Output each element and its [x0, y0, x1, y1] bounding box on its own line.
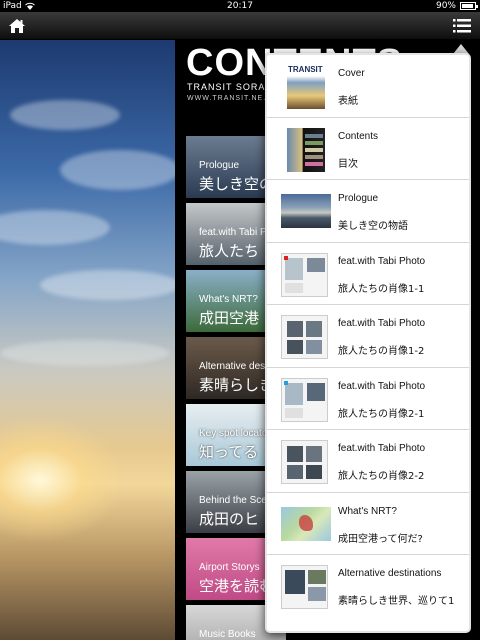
toc-item-en: feat.with Tabi P	[199, 227, 267, 238]
spread-thumbnail	[281, 565, 328, 609]
toc-item-en: Prologue	[199, 160, 240, 171]
popover-item-cover[interactable]: TRANSIT Cover 表紙	[267, 55, 469, 118]
thumb-logo-text: TRANSIT	[288, 65, 323, 74]
popover-item-title: Prologue	[338, 193, 379, 204]
page-url: WWW.TRANSIT.NE.JP	[187, 95, 277, 102]
spread-thumbnail	[281, 377, 328, 422]
map-thumbnail	[281, 506, 331, 541]
page-subtitle: TRANSIT SORA	[187, 82, 266, 92]
popover-item-title: What's NRT?	[338, 505, 397, 517]
popover-item-subtitle: 旅人たちの肖像2-2	[338, 471, 425, 482]
top-toolbar	[0, 12, 480, 40]
popover-item-alternative-destinations[interactable]: Alternative destinations 素晴らしき世界、巡りて1	[267, 555, 469, 618]
cover-sky-image	[0, 40, 180, 640]
popover-item-title: Cover	[338, 68, 365, 79]
popover-item-subtitle: 旅人たちの肖像1-1	[338, 283, 425, 295]
popover-item-subtitle: 美しき空の物語	[338, 221, 408, 232]
toc-item-ja: 知ってる	[199, 443, 259, 461]
popover-item-title: Alternative destinations	[338, 568, 442, 579]
toc-item-ja: 成田のヒ	[199, 510, 260, 528]
popover-item-tabi-photo-2-1[interactable]: feat.with Tabi Photo 旅人たちの肖像2-1	[267, 368, 469, 430]
home-icon[interactable]	[8, 17, 26, 35]
popover-item-tabi-photo-2-2[interactable]: feat.with Tabi Photo 旅人たちの肖像2-2	[267, 430, 469, 493]
popover-item-subtitle: 目次	[338, 158, 358, 170]
cover-thumbnail: TRANSIT	[287, 65, 325, 109]
toc-item-en: Behind the Sce	[199, 495, 267, 506]
popover-item-title: feat.with Tabi Photo	[338, 318, 426, 329]
popover-item-subtitle: 旅人たちの肖像1-2	[338, 346, 425, 357]
spread-thumbnail	[281, 440, 328, 484]
popover-item-title: Contents	[338, 130, 379, 142]
toc-item-ja: 美しき空の	[199, 175, 275, 193]
battery-icon	[460, 2, 478, 10]
popover-item-whats-nrt[interactable]: What's NRT? 成田空港って何だ?	[267, 493, 469, 555]
toc-item-ja: 成田空港	[199, 309, 260, 327]
popover-item-tabi-photo-1-1[interactable]: feat.with Tabi Photo 旅人たちの肖像1-1	[267, 243, 469, 305]
toc-item-en: Airport Storys	[199, 562, 260, 573]
popover-item-tabi-photo-1-2[interactable]: feat.with Tabi Photo 旅人たちの肖像1-2	[267, 305, 469, 368]
toc-item-en: What's NRT?	[199, 294, 258, 305]
popover-item-prologue[interactable]: Prologue 美しき空の物語	[267, 180, 469, 243]
contents-thumbnail	[287, 127, 325, 172]
battery-percent: 90%	[435, 1, 456, 11]
spread-thumbnail	[281, 315, 328, 359]
toc-item-ja: 空港を読む	[199, 577, 275, 595]
clock: 20:17	[227, 1, 253, 11]
prologue-thumbnail	[281, 194, 331, 228]
contents-popover: TRANSIT Cover 表紙 Contents 目次 Prologue 美し…	[265, 53, 471, 633]
popover-item-title: feat.with Tabi Photo	[338, 380, 426, 392]
popover-item-contents[interactable]: Contents 目次	[267, 118, 469, 180]
status-bar: iPad 20:17 90%	[0, 0, 480, 12]
spread-thumbnail	[281, 252, 328, 297]
popover-item-subtitle: 成田空港って何だ?	[338, 533, 423, 545]
toc-item-ja: 素晴らしき	[199, 376, 275, 394]
toc-item-ja: 旅人たち	[199, 242, 260, 260]
list-menu-icon[interactable]	[452, 17, 472, 35]
popover-item-subtitle: 旅人たちの肖像2-1	[338, 408, 425, 420]
popover-item-subtitle: 素晴らしき世界、巡りて1	[338, 596, 455, 607]
popover-item-title: feat.with Tabi Photo	[338, 443, 426, 454]
popover-item-subtitle: 表紙	[338, 96, 358, 107]
popover-item-title: feat.with Tabi Photo	[338, 255, 426, 267]
toc-item-en: Music Books	[199, 629, 256, 640]
toc-item-en: Key spot locato	[199, 428, 268, 439]
